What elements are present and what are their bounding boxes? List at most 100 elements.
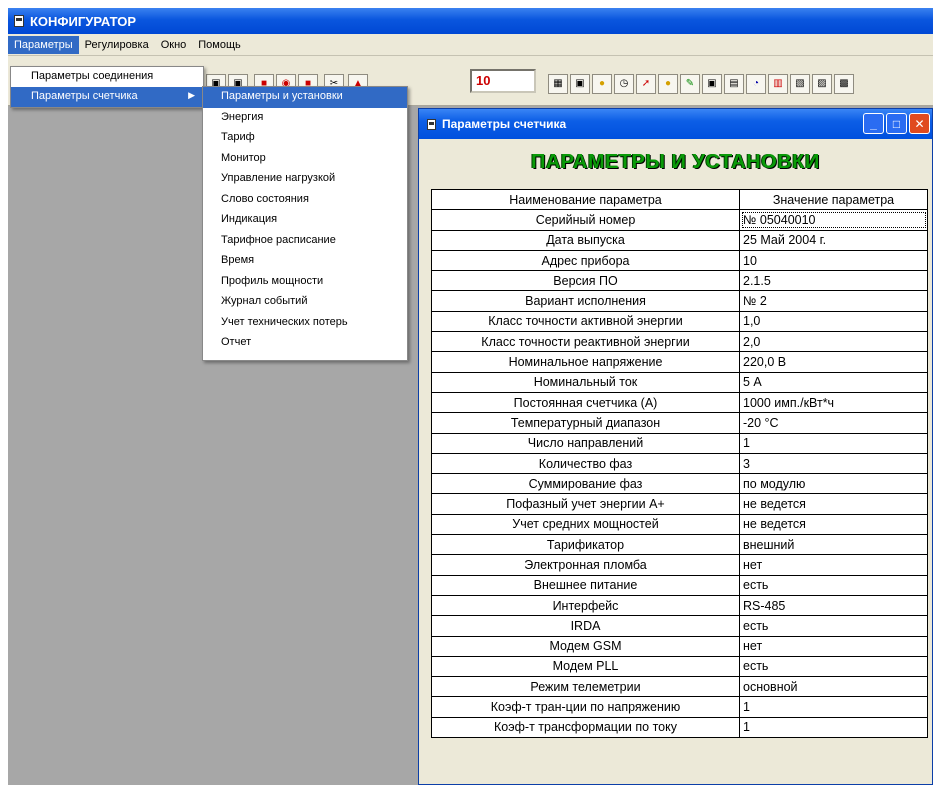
table-row[interactable]: Дата выпуска 25 Май 2004 г.	[431, 229, 928, 251]
table-row[interactable]: Режим телеметрии основной	[431, 676, 928, 698]
submenu-item[interactable]: Индикация	[203, 210, 407, 231]
param-name-cell: Количество фаз	[431, 452, 740, 475]
param-name-cell: Класс точности активной энергии	[431, 310, 740, 333]
param-value-cell[interactable]: 1,0	[739, 310, 928, 333]
toolbar-number-field[interactable]: 10	[470, 69, 536, 93]
toolbar-clock-icon[interactable]: ◷	[614, 74, 634, 94]
param-value-cell[interactable]: нет	[739, 635, 928, 657]
param-value-cell[interactable]: основной	[739, 676, 928, 698]
param-value-cell[interactable]: 1	[739, 432, 928, 454]
param-value-cell[interactable]: 25 Май 2004 г.	[739, 229, 928, 251]
table-row[interactable]: Номинальный ток 5 А	[431, 371, 928, 393]
table-row[interactable]: Электронная пломба нет	[431, 554, 928, 576]
toolbar-chart-icon[interactable]: ▥	[768, 74, 788, 94]
table-row[interactable]: Постоянная счетчика (А) 1000 имп./кВт*ч	[431, 391, 928, 414]
param-value-cell[interactable]: -20 °С	[739, 412, 928, 434]
table-row[interactable]: Учет средних мощностей не ведется	[431, 513, 928, 536]
param-value-cell[interactable]: по модулю	[739, 473, 928, 495]
toolbar-grid-icon[interactable]: ▦	[548, 74, 568, 94]
param-value-cell[interactable]: 1	[739, 716, 928, 739]
table-row[interactable]: Количество фаз 3	[431, 452, 928, 475]
table-row[interactable]: Тарификатор внешний	[431, 534, 928, 556]
table-row[interactable]: Температурный диапазон -20 °С	[431, 412, 928, 434]
toolbar-bulb-icon-2[interactable]: ●	[658, 74, 678, 94]
table-row[interactable]: Модем PLL есть	[431, 655, 928, 678]
toolbar-tool-icon[interactable]: ✎	[680, 74, 700, 94]
table-row[interactable]: IRDA есть	[431, 615, 928, 637]
param-value-cell[interactable]: 1000 имп./кВт*ч	[739, 391, 928, 414]
table-row[interactable]: Внешнее питание есть	[431, 574, 928, 596]
table-row[interactable]: Класс точности активной энергии 1,0	[431, 310, 928, 333]
submenu-item[interactable]: Тарифное расписание	[203, 231, 407, 252]
param-name-cell: Учет средних мощностей	[431, 513, 740, 536]
table-row[interactable]: Вариант исполнения № 2	[431, 290, 928, 312]
page-title: ПАРАМЕТРЫ И УСТАНОВКИ	[531, 150, 820, 173]
param-value-cell[interactable]: 220,0 В	[739, 351, 928, 373]
child-window-title: Параметры счетчика	[442, 117, 567, 131]
submenu-item[interactable]: Время	[203, 251, 407, 272]
table-row[interactable]: Интерфейс RS-485	[431, 594, 928, 617]
table-row[interactable]: Класс точности реактивной энергии 2,0	[431, 331, 928, 353]
param-value-cell[interactable]: RS-485	[739, 594, 928, 617]
table-row[interactable]: Суммирование фаз по модулю	[431, 473, 928, 495]
submenu-item[interactable]: Журнал событий	[203, 292, 407, 313]
submenu-item[interactable]: Профиль мощности	[203, 272, 407, 293]
param-value-cell[interactable]: 10	[739, 249, 928, 272]
param-value-cell[interactable]: нет	[739, 554, 928, 576]
app-titlebar: КОНФИГУРАТОР	[8, 8, 933, 34]
param-value-cell[interactable]: 2.1.5	[739, 270, 928, 292]
param-name-cell: Тарификатор	[431, 534, 740, 556]
param-value-cell[interactable]: 3	[739, 452, 928, 475]
submenu-item[interactable]: Отчет	[203, 333, 407, 354]
submenu-item[interactable]: Параметры и установки	[203, 87, 407, 108]
param-value-cell[interactable]: есть	[739, 574, 928, 596]
param-value-cell[interactable]: есть	[739, 655, 928, 678]
param-name-cell: Пофазный учет энергии А+	[431, 493, 740, 515]
param-value-cell[interactable]: № 05040010	[739, 209, 928, 231]
submenu-item[interactable]: Монитор	[203, 149, 407, 170]
maximize-icon[interactable]: □	[886, 113, 907, 134]
submenu-item[interactable]: Учет технических потерь	[203, 313, 407, 334]
param-value-cell[interactable]: 2,0	[739, 331, 928, 353]
submenu-item[interactable]: Тариф	[203, 128, 407, 149]
submenu-item[interactable]: Слово состояния	[203, 190, 407, 211]
table-row[interactable]: Число направлений 1	[431, 432, 928, 454]
param-value-cell[interactable]: 5 А	[739, 371, 928, 393]
param-name-cell: Модем GSM	[431, 635, 740, 657]
menu-help[interactable]: Помощь	[192, 36, 247, 54]
param-value-cell[interactable]: не ведется	[739, 513, 928, 536]
toolbar-report-icon[interactable]: ▩	[834, 74, 854, 94]
param-value-cell[interactable]: есть	[739, 615, 928, 637]
param-value-cell[interactable]: внешний	[739, 534, 928, 556]
table-row[interactable]: Версия ПО 2.1.5	[431, 270, 928, 292]
toolbar-tech-icon[interactable]: ▨	[812, 74, 832, 94]
submenu-item[interactable]: Управление нагрузкой	[203, 169, 407, 190]
param-value-cell[interactable]: 1	[739, 696, 928, 718]
table-row[interactable]: Пофазный учет энергии А+ не ведется	[431, 493, 928, 515]
toolbar-meter-icon-2[interactable]: ▣	[570, 74, 590, 94]
param-name-cell: Коэф-т тран-ции по напряжению	[431, 696, 740, 718]
menu-adjustment[interactable]: Регулировка	[79, 36, 155, 54]
toolbar-arrow-icon[interactable]: ➚	[636, 74, 656, 94]
toolbar-bulb-icon[interactable]: ●	[592, 74, 612, 94]
param-value-cell[interactable]: № 2	[739, 290, 928, 312]
table-row[interactable]: Номинальное напряжение 220,0 В	[431, 351, 928, 373]
toolbar-meter-icon-3[interactable]: ▣	[702, 74, 722, 94]
menu-window[interactable]: Окно	[155, 36, 193, 54]
table-row[interactable]: Коэф-т тран-ции по напряжению 1	[431, 696, 928, 718]
toolbar-log-icon[interactable]: ▧	[790, 74, 810, 94]
param-value-cell[interactable]: не ведется	[739, 493, 928, 515]
submenu-item[interactable]: Энергия	[203, 108, 407, 129]
menu-parameters[interactable]: Параметры	[8, 35, 79, 54]
menu-item-meter-params[interactable]: Параметры счетчика ▶	[11, 87, 203, 107]
menu-item-connection-params[interactable]: Параметры соединения	[11, 67, 203, 87]
close-icon[interactable]: ✕	[909, 113, 930, 134]
table-row[interactable]: Серийный номер № 05040010	[431, 209, 928, 231]
toolbar-timer-icon[interactable]: ◔	[746, 74, 766, 94]
table-row[interactable]: Модем GSM нет	[431, 635, 928, 657]
param-name-cell: Интерфейс	[431, 594, 740, 617]
toolbar-calendar-icon[interactable]: ▤	[724, 74, 744, 94]
table-row[interactable]: Коэф-т трансформации по току 1	[431, 716, 928, 739]
table-row[interactable]: Адрес прибора 10	[431, 249, 928, 272]
minimize-icon[interactable]: _	[863, 113, 884, 134]
